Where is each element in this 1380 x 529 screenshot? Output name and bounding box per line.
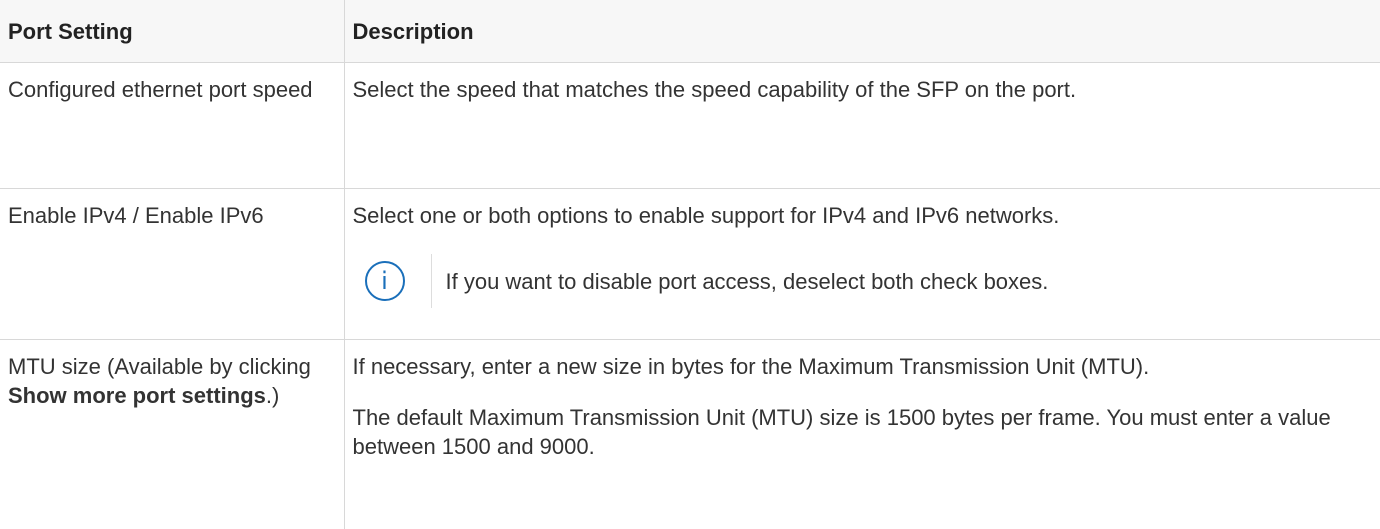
table-row: MTU size (Available by clicking Show mor… xyxy=(0,339,1380,529)
port-settings-table: Port Setting Description Configured ethe… xyxy=(0,0,1380,529)
setting-text-suffix: .) xyxy=(265,383,280,408)
description-cell: Select one or both options to enable sup… xyxy=(343,188,1380,340)
description-cell: If necessary, enter a new size in bytes … xyxy=(343,339,1380,529)
setting-text-prefix: MTU size (Available by clicking xyxy=(8,354,311,379)
show-more-port-settings-label: Show more port settings xyxy=(8,383,266,408)
table-row: Configured ethernet port speed Select th… xyxy=(0,62,1380,189)
note-callout: i If you want to disable port access, de… xyxy=(364,254,1373,308)
description-text: Select one or both options to enable sup… xyxy=(352,203,1060,228)
table-row: Enable IPv4 / Enable IPv6 Select one or … xyxy=(0,188,1380,340)
description-text: If necessary, enter a new size in bytes … xyxy=(352,354,1150,379)
info-icon: i xyxy=(364,261,405,301)
setting-cell: Enable IPv4 / Enable IPv6 xyxy=(0,188,345,340)
note-text: If you want to disable port access, dese… xyxy=(445,268,1049,294)
table-header-row: Port Setting Description xyxy=(0,0,1380,63)
header-description: Description xyxy=(343,0,1380,63)
description-text-2: The default Maximum Transmission Unit (M… xyxy=(352,405,1331,459)
setting-cell: Configured ethernet port speed xyxy=(0,62,345,189)
description-cell: Select the speed that matches the speed … xyxy=(343,62,1380,189)
note-divider xyxy=(430,254,432,308)
header-port-setting: Port Setting xyxy=(0,0,345,63)
setting-cell: MTU size (Available by clicking Show mor… xyxy=(0,339,345,529)
